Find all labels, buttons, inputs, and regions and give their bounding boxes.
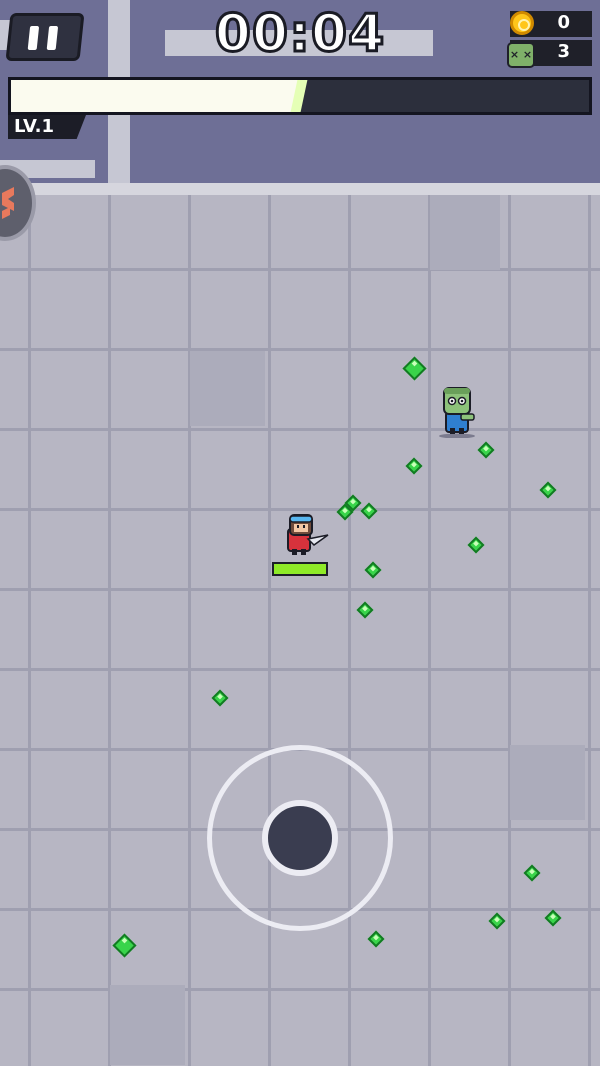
coin-count: 0: [557, 12, 570, 33]
experience-fill: [11, 80, 300, 112]
coin-icon: [510, 11, 534, 35]
level-label: LV.1: [14, 116, 54, 137]
floor-stain: [190, 351, 265, 426]
player-character: [287, 514, 329, 555]
experience-bar: [8, 77, 592, 115]
pause-icon: [27, 26, 40, 50]
chevron-icon: [2, 187, 14, 219]
kill-count: 3: [557, 41, 570, 62]
tiled-floor: [0, 195, 600, 1066]
player-health-bar: [272, 562, 328, 576]
level-badge: LV.1: [8, 115, 86, 139]
sidewalk-curb: [0, 183, 600, 195]
floor-stain: [430, 195, 500, 270]
zombie-enemy: [439, 387, 475, 438]
pause-icon: [46, 26, 59, 50]
joystick-knob[interactable]: [262, 800, 338, 876]
floor-stain: [110, 985, 185, 1065]
zombie-head-icon: × ×: [507, 42, 535, 68]
road-marking: [108, 150, 128, 185]
player-health-fill: [274, 564, 326, 574]
survival-timer: 00:04: [213, 3, 386, 66]
floor-stain: [510, 745, 585, 820]
pause-button[interactable]: [5, 13, 85, 61]
